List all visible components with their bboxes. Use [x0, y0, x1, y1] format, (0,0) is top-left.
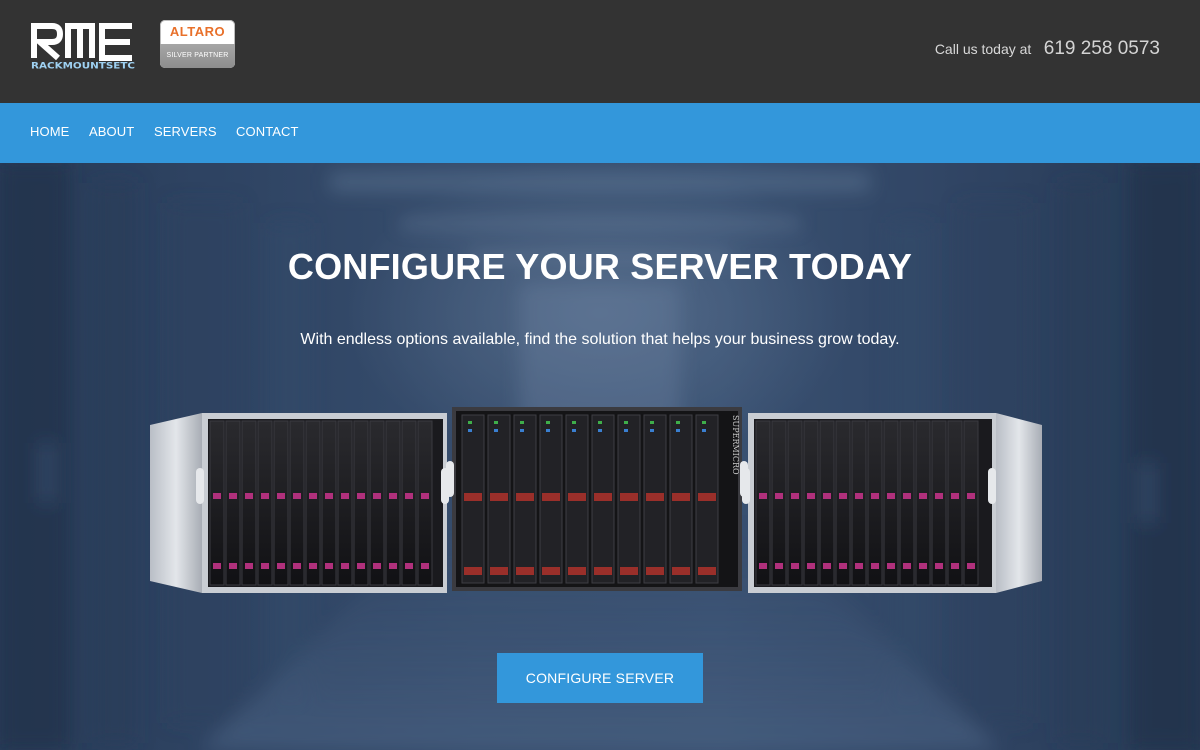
center-chassis: SUPERMICRO: [446, 407, 748, 591]
partner-tier: SILVER PARTNER: [160, 44, 235, 68]
left-chassis: [150, 413, 449, 593]
nav-item-about[interactable]: ABOUT: [89, 124, 134, 139]
main-nav: HOME ABOUT SERVERS CONTACT: [0, 103, 1200, 163]
server-chassis-image: SUPERMICRO: [150, 407, 1042, 593]
nav-item-contact[interactable]: CONTACT: [236, 124, 299, 139]
phone-label: Call us today at: [934, 41, 1032, 57]
top-header: RACKMOUNTSETC ALTARO SILVER PARTNER Call…: [0, 0, 1200, 103]
phone-number-link[interactable]: 619 258 0573: [1044, 38, 1160, 59]
server-brand: SUPERMICRO: [731, 415, 740, 475]
phone-block: Call us today at 619 258 0573: [935, 38, 1160, 60]
hero-subtitle: With endless options available, find the…: [300, 331, 900, 348]
partner-name: ALTARO: [169, 24, 226, 39]
right-chassis: [742, 413, 1042, 593]
hero-title: CONFIGURE YOUR SERVER TODAY: [287, 246, 913, 287]
altaro-partner-badge[interactable]: ALTARO SILVER PARTNER: [160, 20, 235, 68]
site-logo[interactable]: RACKMOUNTSETC: [30, 20, 136, 72]
nav-item-home[interactable]: HOME: [30, 124, 69, 139]
configure-server-button[interactable]: CONFIGURE SERVER: [497, 653, 703, 703]
logo-wordmark: RACKMOUNTSETC: [31, 61, 135, 71]
rme-logo-icon: RACKMOUNTSETC: [31, 23, 135, 72]
hero-section: CONFIGURE YOUR SERVER TODAY With endless…: [0, 163, 1200, 750]
nav-item-servers[interactable]: SERVERS: [154, 124, 217, 139]
